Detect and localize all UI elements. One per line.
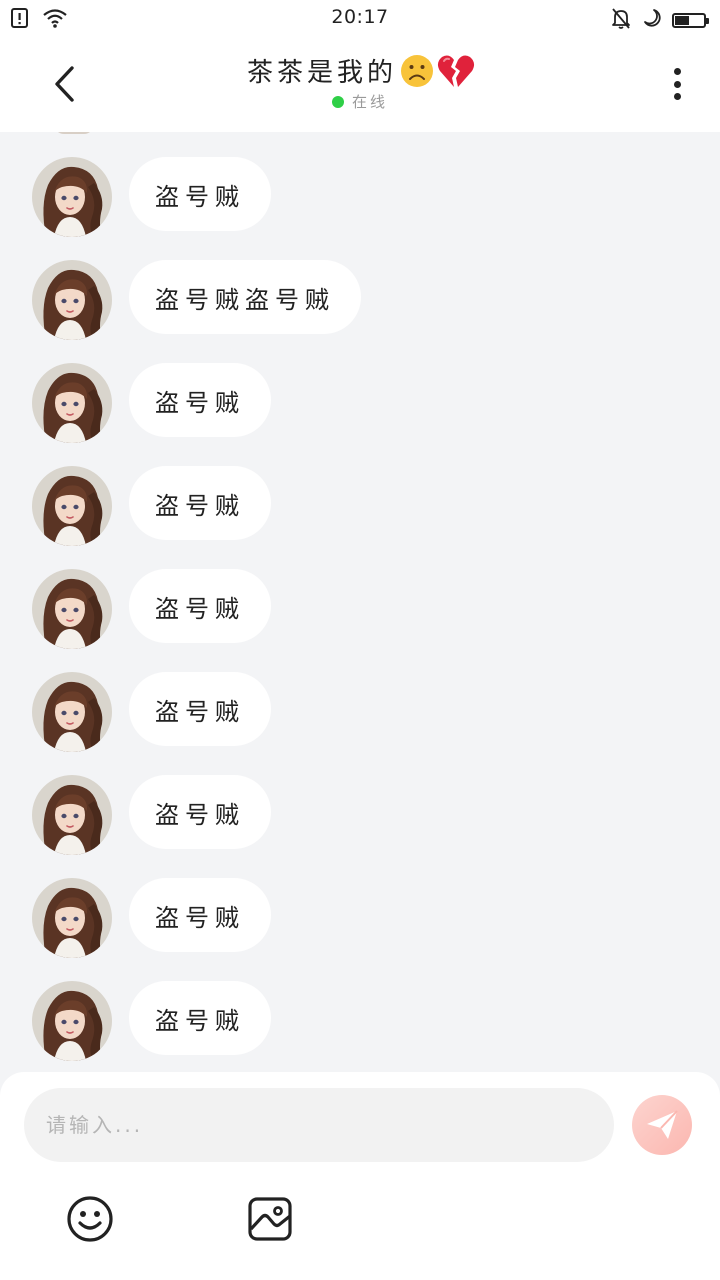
message-bubble[interactable]: 盗号贼盗号贼 <box>129 260 361 334</box>
avatar[interactable] <box>32 878 112 958</box>
more-dot-icon <box>673 80 681 88</box>
message-bubble[interactable]: 盗号贼 <box>129 466 271 540</box>
online-status-text: 在线 <box>351 93 388 111</box>
message-row: 盗号贼 <box>32 672 271 752</box>
battery-level <box>675 15 689 25</box>
broken-heart-icon <box>437 53 475 89</box>
status-bar: 20:17 <box>0 0 720 38</box>
online-dot <box>331 95 344 108</box>
image-button[interactable] <box>247 1196 293 1242</box>
avatar[interactable] <box>32 466 112 546</box>
avatar[interactable] <box>32 363 112 443</box>
avatar[interactable] <box>32 260 112 340</box>
emoji-button[interactable] <box>66 1195 114 1243</box>
message-bubble[interactable]: 盗号贼 <box>129 157 271 231</box>
status-right-icons <box>610 7 709 33</box>
send-button[interactable] <box>632 1095 692 1155</box>
more-dot-icon <box>673 93 681 100</box>
more-options-button[interactable] <box>662 64 692 104</box>
message-bubble[interactable]: 盗号贼 <box>129 672 271 746</box>
online-status: 在线 <box>331 91 388 112</box>
message-input[interactable] <box>24 1088 614 1162</box>
message-row: 盗号贼 <box>32 466 271 546</box>
message-row: 盗号贼 <box>32 157 271 237</box>
message-bubble[interactable]: 盗号贼 <box>129 569 271 643</box>
message-row: 盗号贼 <box>32 569 271 649</box>
title-block: 茶茶是我的 在线 <box>0 52 720 112</box>
muted-bell-icon <box>610 7 632 33</box>
avatar[interactable] <box>32 157 112 237</box>
avatar[interactable] <box>32 672 112 752</box>
frowning-face-icon <box>399 53 435 89</box>
avatar[interactable] <box>32 775 112 855</box>
avatar <box>54 132 94 134</box>
message-row: 盗号贼 <box>32 775 271 855</box>
message-bubble[interactable]: 盗号贼 <box>129 363 271 437</box>
message-bubble[interactable]: 盗号贼 <box>129 775 271 849</box>
chat-title-text: 茶茶是我的 <box>246 58 397 88</box>
more-dot-icon <box>673 68 681 75</box>
avatar[interactable] <box>32 981 112 1061</box>
chat-title[interactable]: 茶茶是我的 <box>246 52 475 89</box>
battery-icon <box>672 12 709 28</box>
message-bubble[interactable]: 盗号贼 <box>129 981 271 1055</box>
avatar[interactable] <box>32 569 112 649</box>
chat-header: 茶茶是我的 在线 <box>0 38 720 132</box>
message-row: 盗号贼 <box>32 981 271 1061</box>
message-row: 盗号贼 <box>32 363 271 443</box>
moon-icon <box>642 8 662 32</box>
image-icon <box>248 1197 292 1241</box>
composer <box>0 1072 720 1280</box>
paper-plane-icon <box>647 1110 678 1139</box>
message-row: 盗号贼盗号贼 <box>32 260 361 340</box>
message-bubble[interactable]: 盗号贼 <box>129 878 271 952</box>
message-list[interactable]: 盗号贼 盗号贼盗号贼 盗号贼 盗号贼 盗号贼 盗号贼 盗号贼 盗号贼 盗号贼 <box>0 132 720 1072</box>
smiley-icon <box>67 1196 113 1242</box>
message-row: 盗号贼 <box>32 878 271 958</box>
